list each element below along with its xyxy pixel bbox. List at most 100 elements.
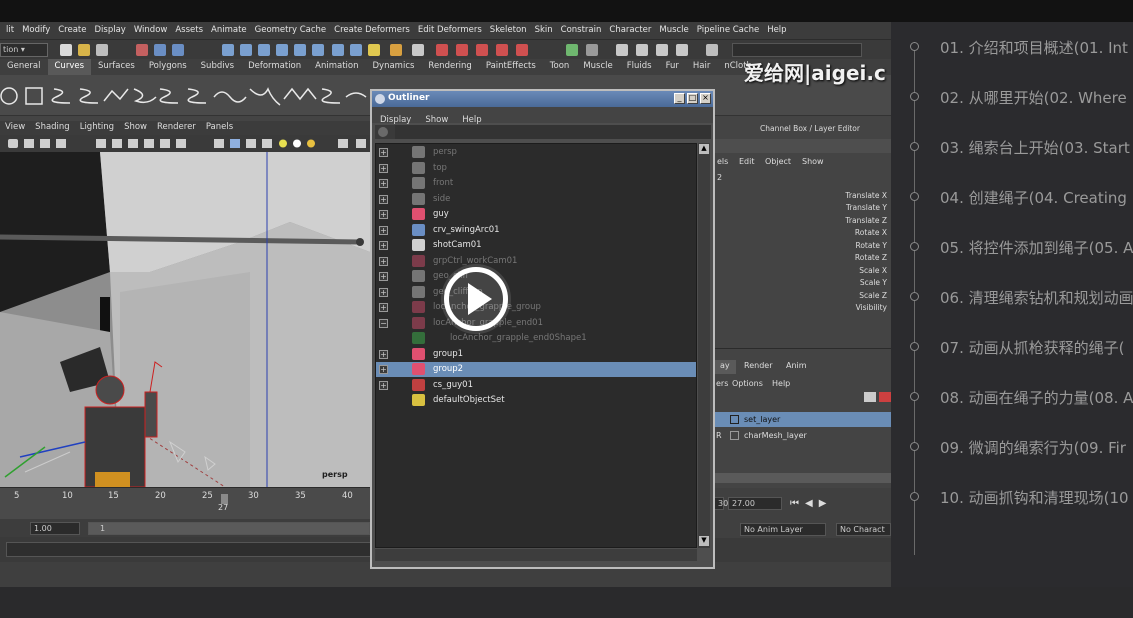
cv-curve-icon[interactable] (51, 88, 71, 104)
menubar-item[interactable]: Character (605, 22, 655, 35)
history-icon[interactable] (312, 44, 324, 56)
outliner-row[interactable]: + grpCtrl_workCam01 (376, 254, 696, 269)
mel-command-input[interactable] (6, 542, 371, 557)
layer-menu-item[interactable]: Help (772, 379, 790, 388)
new-scene-icon[interactable] (60, 44, 72, 56)
outliner-row[interactable]: + shotCam01 (376, 238, 696, 253)
resolution-gate-icon[interactable] (128, 139, 138, 148)
select-hierarchy-icon[interactable] (136, 44, 148, 56)
character-set-field[interactable]: No Charact (836, 523, 891, 536)
playlist-item[interactable]: 09. 微调的绳索行为(09. Fir (891, 434, 1133, 464)
playlist-item[interactable]: 08. 动画在绳子的力量(08. A (891, 384, 1133, 414)
gate-mask-icon[interactable] (144, 139, 154, 148)
menubar-item[interactable]: Modify (18, 22, 54, 35)
layer-tab-display[interactable]: ay (714, 360, 736, 374)
expand-icon[interactable]: + (379, 349, 388, 359)
menubar-item[interactable]: Window (130, 22, 172, 35)
snap-plane-icon[interactable] (276, 44, 288, 56)
open-scene-icon[interactable] (78, 44, 90, 56)
panel-menu-item[interactable]: View (0, 121, 30, 132)
panel-menu-item[interactable]: Show (119, 121, 152, 132)
mode-selector[interactable]: tion ▾ (0, 43, 48, 57)
scroll-down-icon[interactable]: ▼ (699, 536, 709, 546)
attr-translate-x[interactable]: Translate X (845, 191, 887, 200)
panel-layout-icon[interactable] (566, 44, 578, 56)
image-plane-icon[interactable] (56, 139, 66, 148)
menubar-item[interactable]: Create (54, 22, 90, 35)
render-settings-icon[interactable] (476, 44, 488, 56)
channel-icon[interactable] (636, 44, 648, 56)
collapse-icon[interactable]: − (379, 318, 388, 328)
shelf-tab[interactable]: Dynamics (366, 59, 422, 75)
ep-curve-icon[interactable] (79, 88, 99, 104)
camera-select-icon[interactable] (8, 139, 18, 148)
menubar-item[interactable]: Geometry Cache (251, 22, 331, 35)
camera-attr-icon[interactable] (24, 139, 34, 148)
layer-color-swatch[interactable] (730, 431, 739, 440)
expand-icon[interactable]: + (379, 163, 388, 173)
playlist-item[interactable]: 05. 将控件添加到绳子(05. A (891, 234, 1133, 264)
menubar-item[interactable]: Muscle (655, 22, 692, 35)
outliner-row[interactable]: − locAnchor_grapple_end01 (376, 316, 696, 331)
attr-visibility[interactable]: Visibility (856, 303, 887, 312)
attr-scale-z[interactable]: Scale Z (859, 291, 887, 300)
shelf-tab[interactable]: Hair (686, 59, 717, 75)
layer-row[interactable]: set_layer (714, 412, 891, 427)
render-frame-icon[interactable] (436, 44, 448, 56)
expand-icon[interactable]: + (379, 148, 388, 157)
shelf-tab[interactable]: Rendering (421, 59, 478, 75)
bookmark-icon[interactable] (40, 139, 50, 148)
attr-scale-y[interactable]: Scale Y (860, 278, 887, 287)
lock-icon[interactable] (390, 44, 402, 56)
safe-action-icon[interactable] (176, 139, 186, 148)
shelf-tab[interactable]: PaintEffects (479, 59, 543, 75)
playlist-item[interactable]: 01. 介绍和项目概述(01. Int (891, 34, 1133, 64)
new-layer-icon[interactable] (864, 392, 876, 402)
menubar-item[interactable]: Skeleton (486, 22, 531, 35)
end-frame-stub[interactable]: 30 (714, 497, 728, 510)
menubar-item[interactable]: Skin (531, 22, 557, 35)
menubar-item[interactable]: Assets (171, 22, 207, 35)
shelf-tab[interactable]: Muscle (576, 59, 619, 75)
expand-icon[interactable]: + (379, 225, 388, 235)
outliner-row[interactable]: + side (376, 192, 696, 207)
channel-menu-item[interactable]: els (717, 157, 728, 166)
square-tool-icon[interactable] (25, 87, 43, 105)
attr-rotate-y[interactable]: Rotate Y (855, 241, 887, 250)
menubar-item[interactable]: Animate (207, 22, 251, 35)
outliner-row[interactable]: + guy (376, 207, 696, 222)
expand-icon[interactable]: + (379, 380, 388, 390)
shelf-tab[interactable]: General (0, 59, 48, 75)
expand-icon[interactable]: + (379, 194, 388, 204)
grid-toggle-icon[interactable] (96, 139, 106, 148)
shelf-tab[interactable]: Animation (308, 59, 365, 75)
outliner-row[interactable]: + geo_cliff (376, 269, 696, 284)
new-layer-selected-icon[interactable] (879, 392, 891, 402)
shelf-tab[interactable]: Curves (47, 59, 92, 75)
panel-menu-item[interactable]: Renderer (152, 121, 201, 132)
construction-icon[interactable] (332, 44, 344, 56)
field-chart-icon[interactable] (160, 139, 170, 148)
graph-editor-icon[interactable] (676, 44, 688, 56)
input-line-icon[interactable] (706, 44, 718, 56)
attr-scale-x[interactable]: Scale X (859, 266, 887, 275)
outliner-row[interactable]: defaultObjectSet (376, 393, 696, 408)
expand-icon[interactable]: + (379, 210, 388, 219)
attr-rotate-x[interactable]: Rotate X (855, 228, 887, 237)
outliner-row[interactable]: + top (376, 161, 696, 176)
layer-tab-anim[interactable]: Anim (780, 360, 813, 374)
close-icon[interactable]: × (700, 93, 711, 104)
attr-translate-y[interactable]: Translate Y (846, 203, 887, 212)
shelf-tab[interactable]: Subdivs (194, 59, 241, 75)
film-gate-icon[interactable] (112, 139, 122, 148)
outliner-row[interactable]: + locAnchor_grapple_group (376, 300, 696, 315)
xray-icon[interactable] (356, 139, 366, 148)
expand-icon[interactable]: + (379, 365, 388, 374)
panel-menu-item[interactable]: Panels (201, 121, 238, 132)
menubar-item[interactable]: lit (2, 22, 18, 35)
scroll-up-icon[interactable]: ▲ (699, 144, 709, 154)
light-icon[interactable] (516, 44, 528, 56)
expand-icon[interactable]: + (379, 241, 388, 250)
attach-curve-icon[interactable] (159, 88, 179, 104)
use-all-lights-icon[interactable] (279, 139, 287, 148)
